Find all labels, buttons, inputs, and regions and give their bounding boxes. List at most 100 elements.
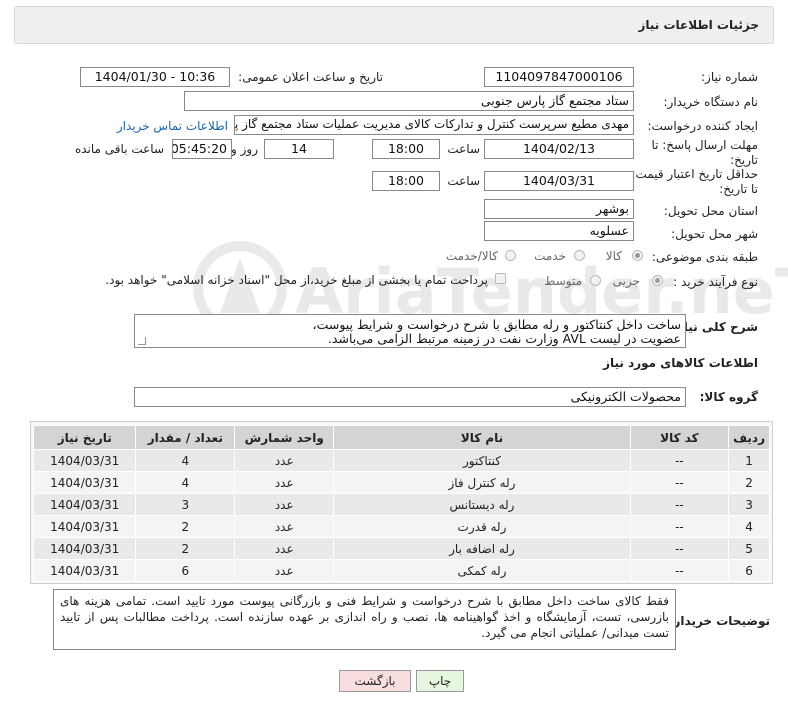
table-row: 1 -- کنتاکتور عدد 4 1404/03/31 bbox=[32, 449, 770, 472]
goods-section-title: اطلاعات کالاهای مورد نیاز bbox=[603, 356, 758, 370]
cell-qty: 6 bbox=[135, 559, 236, 582]
deadline-time-field: 18:00 bbox=[372, 139, 440, 159]
cell-name: رله کمکی bbox=[333, 559, 631, 582]
process-radio-medium[interactable] bbox=[590, 275, 601, 286]
cell-qty: 4 bbox=[135, 471, 236, 494]
buyer-notes-field: فقط کالای ساخت داخل مطابق با شرح درخواست… bbox=[53, 589, 676, 650]
goods-table-header: ردیف کد کالا نام کالا واحد شمارش تعداد /… bbox=[32, 425, 770, 450]
cell-date: 1404/03/31 bbox=[32, 449, 137, 472]
cell-name: رله قدرت bbox=[333, 515, 631, 538]
cell-unit: عدد bbox=[234, 559, 335, 582]
col-qty: تعداد / مقدار bbox=[135, 425, 236, 450]
remaining-time-field: 05:45:20 bbox=[172, 139, 232, 159]
cell-name: رله کنترل فاز bbox=[333, 471, 631, 494]
goods-group-field: محصولات الکترونیکی bbox=[134, 387, 686, 407]
validity-label: حداقل تاریخ اعتبار قیمت: bbox=[631, 167, 758, 181]
cell-row: 1 bbox=[728, 449, 770, 472]
contact-buyer-link[interactable]: اطلاعات تماس خریدار bbox=[117, 119, 228, 133]
creator-field: مهدی مطیع سرپرست کنترل و تدارکات کالای م… bbox=[234, 115, 634, 135]
col-date: تاریخ نیاز bbox=[32, 425, 137, 450]
col-name: نام کالا bbox=[333, 425, 631, 450]
cell-row: 4 bbox=[728, 515, 770, 538]
cell-row: 2 bbox=[728, 471, 770, 494]
process-label: نوع فرآیند خرید : bbox=[673, 275, 758, 289]
cell-name: رله دیستانس bbox=[333, 493, 631, 516]
cell-code: -- bbox=[629, 493, 730, 516]
cell-qty: 4 bbox=[135, 449, 236, 472]
deadline-date-field: 1404/02/13 bbox=[484, 139, 634, 159]
table-row: 6 -- رله کمکی عدد 6 1404/03/31 bbox=[32, 559, 770, 582]
category-option-goods: کالا bbox=[605, 249, 622, 263]
col-row: ردیف bbox=[728, 425, 770, 450]
announce-field: 1404/01/30 - 10:36 bbox=[80, 67, 230, 87]
header-panel: جزئیات اطلاعات نیاز bbox=[14, 6, 774, 44]
need-number-field: 1104097847000106 bbox=[484, 67, 634, 87]
buyer-org-label: نام دستگاه خریدار: bbox=[663, 95, 759, 109]
cell-code: -- bbox=[629, 559, 730, 582]
page-title: جزئیات اطلاعات نیاز bbox=[638, 18, 759, 32]
cell-row: 5 bbox=[728, 537, 770, 560]
cell-date: 1404/03/31 bbox=[32, 493, 137, 516]
province-field: بوشهر bbox=[484, 199, 634, 219]
category-radio-both[interactable] bbox=[505, 250, 516, 261]
cell-unit: عدد bbox=[234, 449, 335, 472]
goods-table: ردیف کد کالا نام کالا واحد شمارش تعداد /… bbox=[32, 425, 770, 582]
table-row: 2 -- رله کنترل فاز عدد 4 1404/03/31 bbox=[32, 471, 770, 494]
resize-handle-icon[interactable] bbox=[138, 337, 146, 345]
process-radio-minor[interactable] bbox=[652, 275, 663, 286]
cell-unit: عدد bbox=[234, 493, 335, 516]
table-row: 3 -- رله دیستانس عدد 3 1404/03/31 bbox=[32, 493, 770, 516]
province-label: استان محل تحویل: bbox=[663, 204, 758, 218]
category-label: طبقه بندی موضوعی: bbox=[651, 250, 758, 264]
cell-name: رله اضافه بار bbox=[333, 537, 631, 560]
back-button[interactable]: بازگشت bbox=[339, 670, 411, 692]
payment-note: پرداخت تمام یا بخشی از مبلغ خرید،از محل … bbox=[105, 273, 488, 287]
creator-label: ایجاد کننده درخواست: bbox=[647, 119, 758, 133]
cell-unit: عدد bbox=[234, 471, 335, 494]
category-radio-goods[interactable] bbox=[632, 250, 643, 261]
col-unit: واحد شمارش bbox=[234, 425, 335, 450]
deadline-label: مهلت ارسال پاسخ: تا bbox=[651, 138, 758, 152]
category-radio-service[interactable] bbox=[574, 250, 585, 261]
validity-time-label: ساعت bbox=[447, 174, 480, 188]
payment-checkbox[interactable] bbox=[495, 273, 506, 284]
table-row: 4 -- رله قدرت عدد 2 1404/03/31 bbox=[32, 515, 770, 538]
cell-row: 3 bbox=[728, 493, 770, 516]
process-option-medium: متوسط bbox=[544, 274, 582, 288]
cell-date: 1404/03/31 bbox=[32, 559, 137, 582]
cell-qty: 2 bbox=[135, 515, 236, 538]
city-field: عسلویه bbox=[484, 221, 634, 241]
goods-group-label: گروه کالا: bbox=[699, 390, 758, 404]
cell-qty: 3 bbox=[135, 493, 236, 516]
cell-code: -- bbox=[629, 515, 730, 538]
cell-name: کنتاکتور bbox=[333, 449, 631, 472]
table-row: 5 -- رله اضافه بار عدد 2 1404/03/31 bbox=[32, 537, 770, 560]
cell-unit: عدد bbox=[234, 515, 335, 538]
validity-time-field: 18:00 bbox=[372, 171, 440, 191]
description-line-1: ساخت داخل کنتاکتور و رله مطابق با شرح در… bbox=[312, 317, 681, 332]
cell-date: 1404/03/31 bbox=[32, 515, 137, 538]
deadline-label-date: تاریخ: bbox=[730, 153, 758, 167]
buyer-org-field: ستاد مجتمع گاز پارس جنوبی bbox=[184, 91, 634, 111]
cell-date: 1404/03/31 bbox=[32, 471, 137, 494]
cell-row: 6 bbox=[728, 559, 770, 582]
validity-label-date: تا تاریخ: bbox=[719, 182, 758, 196]
remaining-label: ساعت باقی مانده bbox=[74, 142, 164, 156]
city-label: شهر محل تحویل: bbox=[671, 227, 758, 241]
days-count-field: 14 bbox=[264, 139, 334, 159]
announce-label: تاریخ و ساعت اعلان عمومی: bbox=[238, 70, 383, 84]
category-option-service: خدمت bbox=[534, 249, 566, 263]
cell-code: -- bbox=[629, 537, 730, 560]
cell-code: -- bbox=[629, 471, 730, 494]
need-number-label: شماره نیاز: bbox=[701, 70, 758, 84]
buyer-notes-label: توضیحات خریدار: bbox=[668, 614, 770, 628]
col-code: کد کالا bbox=[629, 425, 730, 450]
validity-date-field: 1404/03/31 bbox=[484, 171, 634, 191]
cell-qty: 2 bbox=[135, 537, 236, 560]
category-option-both: کالا/خدمت bbox=[445, 249, 498, 263]
description-field: ساخت داخل کنتاکتور و رله مطابق با شرح در… bbox=[134, 314, 686, 348]
day-label: روز و bbox=[231, 142, 258, 156]
description-line-2: عضویت در لیست AVL وزارت نفت در زمینه مرت… bbox=[327, 331, 681, 346]
print-button[interactable]: چاپ bbox=[416, 670, 464, 692]
deadline-time-label: ساعت bbox=[447, 142, 480, 156]
